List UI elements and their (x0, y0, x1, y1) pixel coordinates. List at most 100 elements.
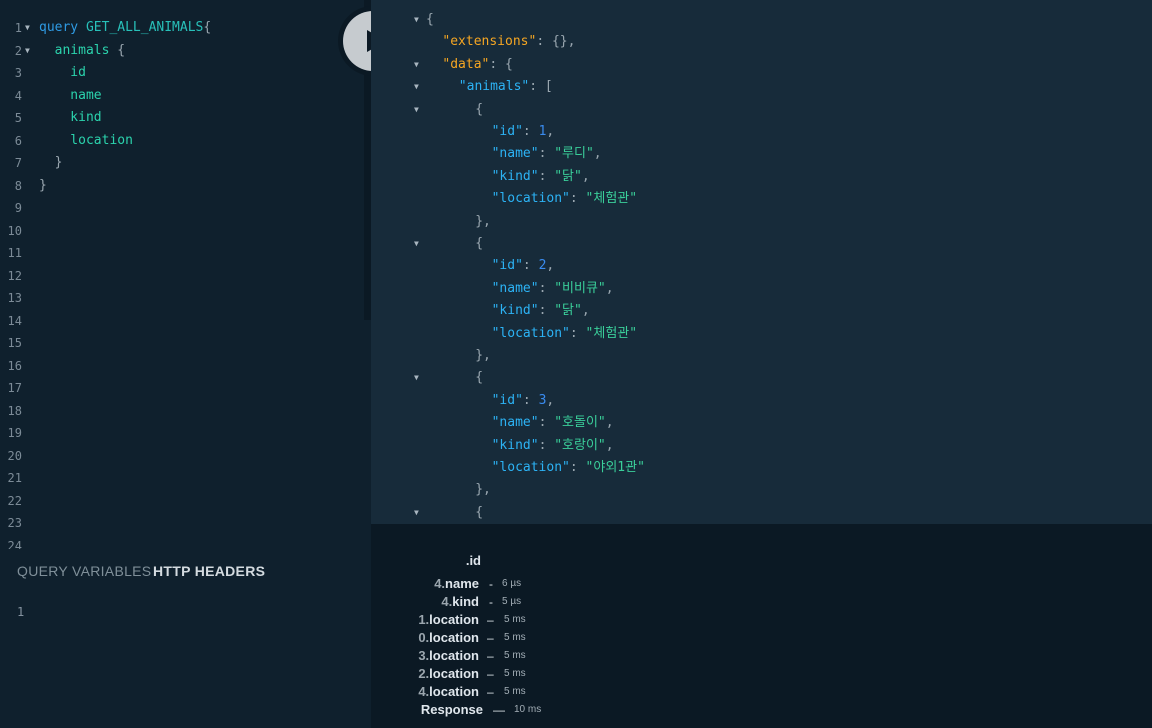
editor-line: 5 kind (0, 107, 360, 129)
tracing-row-label: 4.kind (441, 593, 479, 611)
json-text: "animals": [ (459, 76, 553, 98)
json-token: , (593, 146, 602, 162)
editor-line: 24 (0, 535, 360, 550)
line-number: 7 (14, 156, 22, 170)
editor-line: 7 } (0, 152, 360, 174)
json-token: "data" (442, 56, 490, 72)
code-text: name (39, 85, 101, 107)
json-token: "id" (491, 258, 523, 274)
json-text: "kind": "호랑이", (492, 435, 614, 457)
result-line: "id": 1, (371, 121, 1071, 143)
tab-query-variables[interactable]: QUERY VARIABLES (17, 563, 151, 579)
query-editor[interactable]: 1 ▼ query GET_ALL_ANIMALS{2 ▼ animals {3 id… (0, 0, 371, 549)
code-text: animals { (39, 40, 125, 62)
json-token: : (538, 168, 555, 184)
editor-line: 1 ▼ query GET_ALL_ANIMALS{ (0, 17, 360, 39)
code-text: query GET_ALL_ANIMALS{ (39, 17, 211, 39)
result-viewer[interactable]: ▼{"extensions": {}, ▼ "data": {▼ "animals":… (371, 0, 1152, 524)
fold-arrow-icon[interactable]: ▼ (414, 233, 419, 255)
json-text: "name": "호돌이", (492, 412, 614, 434)
editor-line: 6 location (0, 130, 360, 152)
result-line: }, (371, 345, 1071, 367)
line-number: 2 (14, 43, 22, 58)
json-token: : (538, 437, 555, 453)
line-number: 22 (7, 493, 22, 508)
json-token: "kind" (491, 303, 539, 319)
result-line: "kind": "닭", (371, 166, 1071, 188)
json-token: "kind" (491, 168, 539, 184)
json-token: : (569, 325, 586, 341)
editor-line: 20 (0, 445, 360, 467)
line-number: 21 (7, 471, 22, 485)
fold-arrow-icon[interactable]: ▼ (414, 367, 419, 389)
line-number: 8 (14, 178, 22, 193)
editor-line: 8} (0, 175, 360, 197)
tracing-row: 0.location –5 ms (371, 629, 771, 647)
tracing-row-time: 5 µs (502, 596, 522, 607)
tracing-row-field: location (429, 630, 479, 645)
tracing-row-index: 3. (418, 648, 430, 663)
fold-arrow-icon[interactable]: ▼ (25, 40, 30, 62)
editor-line: 15 (0, 332, 360, 354)
result-line: "kind": "닭", (371, 300, 1071, 322)
tracing-row: 4.location –5 ms (371, 683, 771, 701)
json-token: : (522, 392, 539, 408)
editor-line: 9 (0, 197, 360, 219)
tracing-row-label: 4.location (418, 683, 479, 701)
tracing-row-index: 4. (434, 576, 446, 591)
tracing-response-row: Response — 10 ms (371, 701, 771, 719)
line-number: 5 (14, 111, 22, 125)
tracing-row-index: 4. (418, 684, 430, 699)
json-token: : (569, 191, 586, 207)
json-token: : (538, 146, 555, 162)
tracing-row-label: 0.location (418, 629, 479, 647)
editor-line: 4 name (0, 85, 360, 107)
json-token: "id" (491, 124, 523, 139)
tracing-row-bar: - (489, 595, 493, 609)
result-line: ▼{ (371, 367, 1071, 389)
editor-line: 12 (0, 265, 360, 287)
tracing-row-time: 5 ms (504, 650, 526, 661)
json-text: "location": "야외1관" (492, 457, 645, 479)
json-token: , (546, 258, 555, 274)
fold-arrow-icon[interactable]: ▼ (414, 502, 419, 524)
code-text: id (39, 62, 86, 84)
tracing-row-time: 5 ms (504, 632, 526, 643)
json-token: "비비큐" (554, 280, 606, 296)
fold-arrow-icon[interactable]: ▼ (414, 76, 419, 98)
result-line: ▼{ (371, 233, 1071, 255)
json-token: "호랑이" (554, 437, 606, 453)
line-number: 23 (7, 516, 22, 530)
json-text: }, (475, 345, 491, 367)
line-number: 6 (14, 133, 22, 148)
fold-arrow-icon[interactable]: ▼ (414, 99, 419, 121)
json-token: , (581, 303, 590, 319)
json-text: "location": "체험관" (492, 188, 637, 210)
code-token: query (39, 20, 86, 35)
fold-arrow-icon[interactable]: ▼ (25, 17, 30, 39)
json-token: : (522, 258, 539, 274)
tracing-row: 3.location –5 ms (371, 647, 771, 665)
tracing-response-label: Response (420, 702, 483, 717)
line-number: 11 (7, 246, 22, 260)
json-token: { (475, 370, 484, 386)
tracing-row-field: kind (452, 594, 479, 609)
result-line: ▼{ (371, 9, 1071, 31)
result-line: "location": "야외1관" (371, 457, 1071, 479)
json-token: "체험관" (585, 325, 638, 341)
line-number: 17 (7, 381, 22, 395)
tab-http-headers[interactable]: HTTP HEADERS (153, 563, 265, 579)
code-text: } (39, 175, 47, 197)
tracing-row-field: location (429, 648, 479, 663)
fold-arrow-icon[interactable]: ▼ (414, 54, 419, 76)
line-number: 18 (7, 403, 22, 418)
json-token: }, (475, 482, 491, 498)
json-text: { (475, 99, 483, 121)
tracing-row: 2.location –5 ms (371, 665, 771, 683)
editor-line: 13 (0, 287, 360, 309)
fold-arrow-icon[interactable]: ▼ (414, 9, 419, 31)
tracing-row-bar: – (487, 667, 494, 681)
result-line: ▼ "animals": [ (371, 76, 1071, 98)
code-text: kind (39, 107, 101, 129)
result-line: ▼{ (371, 502, 1071, 524)
